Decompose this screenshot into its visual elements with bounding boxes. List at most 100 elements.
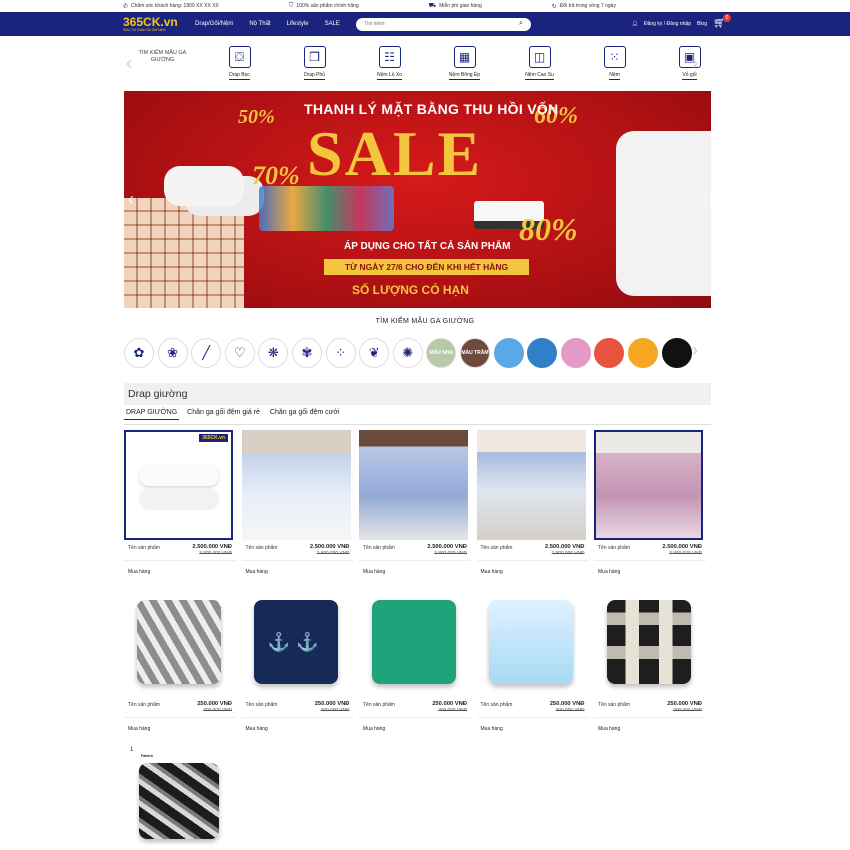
tab-gia-re[interactable]: Chăn ga gối đệm giá rẻ — [185, 409, 262, 420]
product-name[interactable]: Tên sản phẩm — [246, 545, 278, 551]
phone-icon: ✆ — [123, 3, 129, 10]
category-item[interactable]: ◫ Nệm Cao Su — [502, 46, 577, 80]
product-image — [476, 430, 586, 540]
chevron-left-icon[interactable]: ‹ — [128, 189, 134, 210]
category-item[interactable]: ☷ Nệm Lò Xo — [352, 46, 427, 80]
buy-button[interactable]: Mua hàng — [481, 726, 503, 732]
latex-mattress-icon: ◫ — [528, 46, 551, 68]
color-swatch[interactable] — [594, 338, 625, 368]
buy-button[interactable]: Mua hàng — [598, 726, 620, 732]
topbar-item: ✆ Chăm sóc khách hàng: 1900 XX XX XX — [123, 3, 219, 10]
product-card[interactable]: Tên sản phẩm 2.500.000 VNĐ 2.800.000 VNĐ Mu… — [594, 430, 706, 575]
buy-button[interactable]: Mua hàng — [128, 726, 150, 732]
pattern-swatch[interactable]: ❀ — [157, 338, 188, 368]
pattern-swatch[interactable]: ✾ — [291, 338, 322, 368]
tone-swatch[interactable]: MÀU NHẠ — [426, 338, 457, 368]
pattern-swatch[interactable]: ✿ — [124, 338, 154, 368]
product-name[interactable]: Tên sản phẩm — [481, 545, 513, 551]
color-swatch[interactable] — [560, 338, 591, 368]
color-swatch[interactable] — [493, 338, 524, 368]
product-card[interactable]: 365CK.vn Tên sản phẩm 2.500.000 VNĐ 2.800.0… — [124, 430, 236, 575]
topbar-item: ⛟ Miễn phí giao hàng — [428, 3, 482, 9]
category-item[interactable]: ❒ Drap Phủ — [277, 46, 352, 80]
category-item[interactable]: ▣ Vỏ gối — [652, 46, 727, 80]
tab-drap-giuong[interactable]: DRAP GIƯỜNG — [124, 409, 180, 420]
search-input[interactable] — [363, 21, 494, 27]
color-swatch[interactable] — [627, 338, 658, 368]
product-card[interactable]: Tên sản phẩm 2.500.000 VNĐ 2.800.000 VNĐ Mu… — [476, 430, 589, 575]
chevron-right-icon[interactable]: › — [692, 340, 698, 361]
account-link[interactable]: Đăng ký / Đăng nhập — [644, 21, 691, 27]
pattern-swatch[interactable]: ♡ — [224, 338, 255, 368]
product-name[interactable]: Tên sản phẩm — [481, 702, 513, 708]
truck-icon: ⛟ — [428, 3, 437, 9]
product-old-price: 2.800.000 VNĐ — [316, 551, 350, 556]
pattern-swatch[interactable]: ╱ — [191, 338, 222, 368]
category-item[interactable]: ⁙ Nệm — [577, 46, 652, 80]
pattern-swatch[interactable]: ⁘ — [325, 338, 356, 368]
sale-banner[interactable]: 50% 60% 70% 80% THANH LÝ MẶT BẰNG THU HỒ… — [124, 91, 711, 308]
product-card[interactable]: Tên sản phẩm 250.000 VNĐ 300.000 VNĐ Mua hà… — [476, 587, 589, 732]
buy-button[interactable]: Mua hàng — [363, 726, 385, 732]
product-name[interactable]: Tên sản phẩm — [598, 702, 630, 708]
color-swatch[interactable] — [527, 338, 558, 368]
product-price: 250.000 VNĐ — [667, 701, 702, 707]
product-card[interactable]: Tên sản phẩm 250.000 VNĐ 300.000 VNĐ Mua hà… — [594, 587, 706, 732]
category-search-pattern[interactable]: TÌM KIẾM MẪU GA GIƯỜNG — [133, 50, 192, 64]
search-icon[interactable]: ⌕ — [519, 20, 523, 28]
discount-70: 70% — [252, 161, 300, 190]
divider — [241, 560, 354, 561]
cushion-image — [136, 600, 221, 684]
pagination-page[interactable]: 1 — [130, 747, 133, 753]
buy-button[interactable]: Mua hàng — [246, 569, 268, 575]
blog-link[interactable]: Blog — [697, 21, 707, 27]
logo-tagline: Siêu Thị Chăn Ga Gối Nệm — [123, 28, 166, 32]
pattern-swatch[interactable]: ❦ — [359, 338, 390, 368]
bedset-image — [596, 432, 701, 538]
nav-link-drap[interactable]: Drap/Gối/Nệm — [195, 21, 233, 27]
product-card[interactable]: ⚓⚓ Tên sản phẩm 250.000 VNĐ 300.000 VNĐ Mua … — [241, 587, 354, 732]
divider — [359, 717, 471, 718]
category-item[interactable]: ⛋ Drap Bọc — [202, 46, 277, 80]
chevron-right-icon[interactable]: › — [701, 189, 707, 210]
pattern-swatch[interactable]: ❋ — [258, 338, 289, 368]
buy-button[interactable]: Mua hàng — [246, 726, 268, 732]
logo[interactable]: 365CK.vn Siêu Thị Chăn Ga Gối Nệm — [123, 16, 185, 32]
category-item[interactable]: ▦ Nệm Bông Ép — [427, 46, 502, 80]
product-name[interactable]: Tên sản phẩm — [598, 545, 630, 551]
cart-icon[interactable]: 🛒︎ 0 — [713, 14, 731, 31]
product-image — [594, 430, 703, 540]
product-name[interactable]: Tên sản phẩm — [128, 545, 160, 551]
product-image — [594, 587, 703, 697]
buy-button[interactable]: Mua hàng — [481, 569, 503, 575]
nav-link-noi-that[interactable]: Nộ Thất — [249, 21, 270, 27]
tab-cuoi[interactable]: Chăn ga gối đệm cưới — [268, 409, 342, 420]
buy-button[interactable]: Mua hàng — [598, 569, 620, 575]
bedset-image — [476, 430, 586, 540]
product-name[interactable]: Tên sản phẩm — [246, 702, 278, 708]
product-name[interactable]: Tên sản phẩm — [363, 702, 395, 708]
product-name[interactable]: Tên sản phẩm — [363, 545, 395, 551]
divider — [241, 717, 354, 718]
tone-swatch[interactable]: MÀU TRẦM — [459, 338, 490, 368]
product-card[interactable]: Tên sản phẩm 250.000 VNĐ 300.000 VNĐ Mua hà… — [124, 587, 236, 732]
buy-button[interactable]: Mua hàng — [128, 569, 150, 575]
category-label: Drap Bọc — [229, 72, 250, 80]
nav-link-sale[interactable]: SALE — [325, 21, 340, 27]
chevron-right-icon[interactable]: › — [692, 53, 698, 74]
product-card[interactable]: Tên sản phẩm 2.500.000 VNĐ 2.800.000 VNĐ Mu… — [241, 430, 354, 575]
pattern-swatch[interactable]: ✺ — [392, 338, 423, 368]
product-image[interactable] — [130, 760, 228, 842]
color-swatch[interactable] — [661, 338, 692, 368]
product-name[interactable]: Tên sản phẩm — [128, 702, 160, 708]
category-label: Nệm Bông Ép — [448, 72, 481, 80]
pillow-image — [138, 464, 219, 486]
nav-link-lifestyle[interactable]: Lifestyle — [287, 21, 309, 27]
buy-button[interactable]: Mua hàng — [363, 569, 385, 575]
product-card[interactable]: Tên sản phẩm 2.500.000 VNĐ 2.800.000 VNĐ Mu… — [359, 430, 471, 575]
divider — [476, 560, 589, 561]
chevron-left-icon[interactable]: ‹ — [126, 53, 132, 74]
color-swatches: ✿ ❀ ╱ ♡ ❋ ✾ ⁘ ❦ ✺ MÀU NHẠ MÀU TRẦM — [124, 338, 692, 368]
product-card[interactable]: Tên sản phẩm 250.000 VNĐ 300.000 VNĐ Mua hà… — [359, 587, 471, 732]
product-image: ⚓⚓ — [242, 587, 351, 697]
